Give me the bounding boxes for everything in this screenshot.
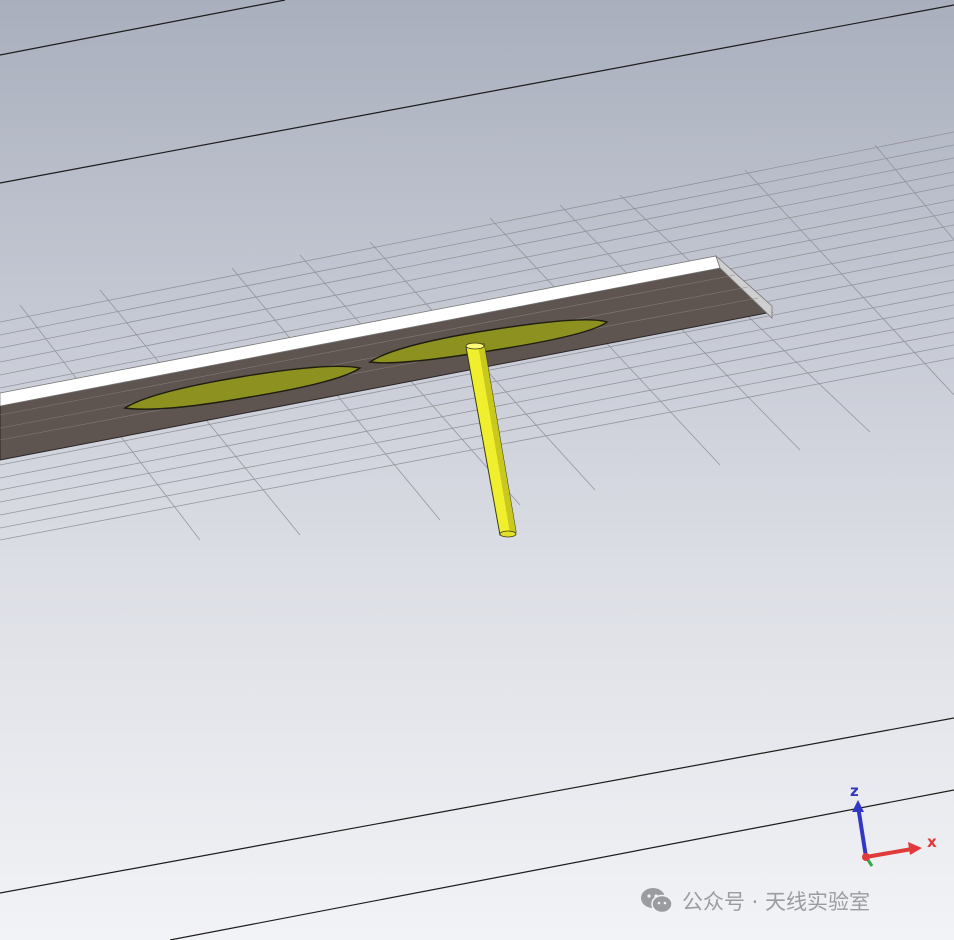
axis-x-label: x bbox=[927, 833, 937, 851]
axis-z-label: z bbox=[850, 782, 859, 800]
feed-probe[interactable] bbox=[465, 342, 517, 538]
bounding-box-lines bbox=[0, 0, 954, 940]
3d-viewport[interactable]: z x 公众号 · 天线实验室 bbox=[0, 0, 954, 940]
watermark-text: 公众号 · 天线实验室 bbox=[682, 890, 871, 914]
axis-triad bbox=[852, 800, 922, 867]
watermark: 公众号 · 天线实验室 bbox=[640, 886, 870, 916]
wechat-icon bbox=[641, 888, 673, 914]
cad-scene[interactable] bbox=[0, 0, 954, 940]
